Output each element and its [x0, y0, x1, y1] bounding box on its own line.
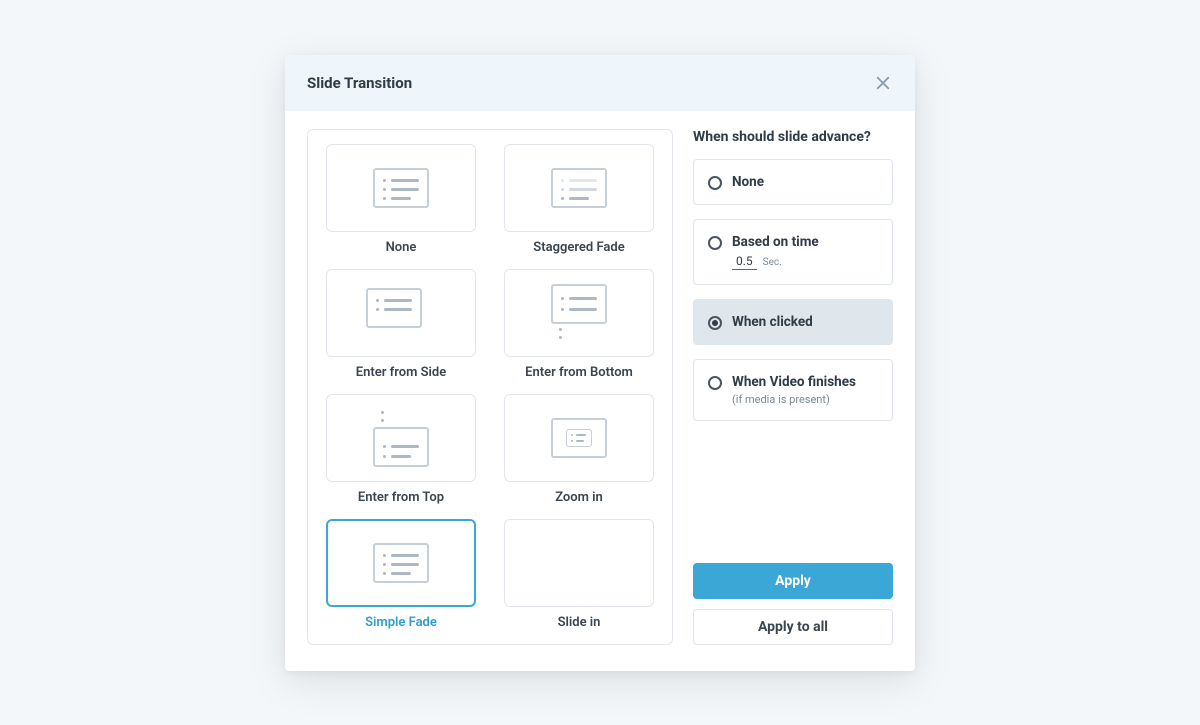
close-icon: [874, 74, 892, 92]
slide-transition-dialog: Slide Transition None: [285, 55, 915, 671]
time-row: 0.5 Sec.: [732, 254, 878, 270]
time-value-input[interactable]: 0.5: [732, 254, 757, 270]
slide-icon: [373, 168, 429, 208]
transition-label: Staggered Fade: [533, 240, 624, 255]
slide-icon: [551, 418, 607, 458]
transition-preview: [326, 519, 476, 607]
close-button[interactable]: [873, 73, 893, 93]
radio-icon: [708, 376, 722, 390]
dialog-body: None Staggered Fade: [285, 111, 915, 671]
transition-label: Simple Fade: [365, 615, 437, 630]
transition-tile-simple-fade[interactable]: Simple Fade: [322, 519, 480, 630]
slide-icon: [549, 284, 609, 342]
slide-icon: [373, 543, 429, 583]
transition-preview: [326, 144, 476, 232]
apply-button[interactable]: Apply: [693, 563, 893, 599]
dialog-header: Slide Transition: [285, 55, 915, 111]
transition-tile-enter-from-side[interactable]: Enter from Side: [322, 269, 480, 380]
transition-label: Enter from Top: [358, 490, 444, 505]
slide-icon: [371, 409, 431, 467]
transition-label: None: [386, 240, 417, 255]
advance-option-when-clicked[interactable]: When clicked: [693, 299, 893, 345]
radio-label: When clicked: [732, 314, 878, 330]
radio-icon: [708, 236, 722, 250]
slide-icon: [366, 288, 436, 338]
transition-label: Zoom in: [555, 490, 603, 505]
transition-preview: [326, 269, 476, 357]
transition-preview: [504, 519, 654, 607]
transition-tile-enter-from-bottom[interactable]: Enter from Bottom: [500, 269, 658, 380]
advance-option-video-finishes[interactable]: When Video finishes (if media is present…: [693, 359, 893, 421]
radio-icon: [708, 176, 722, 190]
dialog-actions: Apply Apply to all: [693, 543, 893, 645]
transition-preview: [504, 144, 654, 232]
apply-to-all-button[interactable]: Apply to all: [693, 609, 893, 645]
radio-icon: [708, 316, 722, 330]
transition-tile-none[interactable]: None: [322, 144, 480, 255]
advance-panel: When should slide advance? None Based on…: [693, 129, 893, 645]
advance-option-none[interactable]: None: [693, 159, 893, 205]
transition-label: Slide in: [558, 615, 601, 630]
radio-content: When Video finishes (if media is present…: [732, 374, 878, 406]
transition-label: Enter from Side: [356, 365, 447, 380]
radio-content: When clicked: [732, 314, 878, 330]
advance-option-based-on-time[interactable]: Based on time 0.5 Sec.: [693, 219, 893, 285]
transition-tile-slide-in[interactable]: Slide in: [500, 519, 658, 630]
transitions-grid: None Staggered Fade: [307, 129, 673, 645]
dialog-title: Slide Transition: [307, 74, 412, 92]
slide-icon: [551, 168, 607, 208]
transition-tile-enter-from-top[interactable]: Enter from Top: [322, 394, 480, 505]
radio-content: Based on time 0.5 Sec.: [732, 234, 878, 270]
radio-label: None: [732, 174, 878, 190]
time-unit: Sec.: [763, 257, 782, 268]
radio-label: When Video finishes: [732, 374, 878, 390]
radio-content: None: [732, 174, 878, 190]
radio-label: Based on time: [732, 234, 878, 250]
transition-tile-zoom-in[interactable]: Zoom in: [500, 394, 658, 505]
transition-preview: [326, 394, 476, 482]
transition-preview: [504, 394, 654, 482]
transition-tile-staggered-fade[interactable]: Staggered Fade: [500, 144, 658, 255]
radio-sublabel: (if media is present): [732, 393, 878, 406]
advance-options: None Based on time 0.5 Sec.: [693, 159, 893, 421]
transition-label: Enter from Bottom: [525, 365, 633, 380]
transition-preview: [504, 269, 654, 357]
advance-title: When should slide advance?: [693, 129, 893, 145]
